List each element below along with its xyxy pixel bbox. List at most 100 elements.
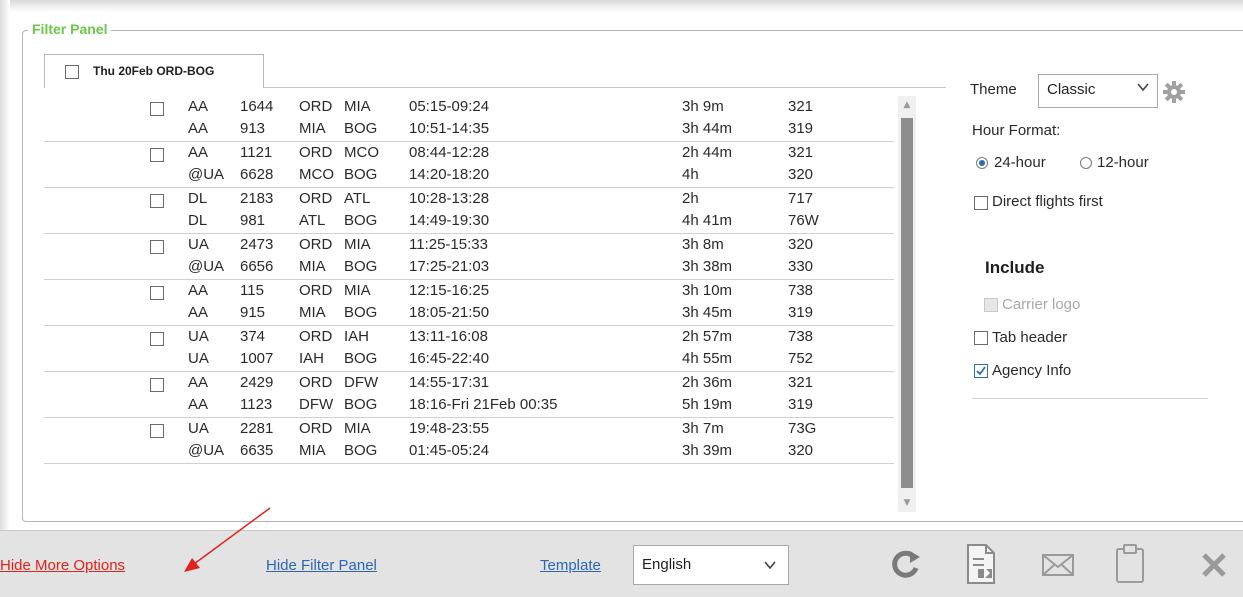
segment-duration: 3h 9m	[682, 98, 724, 115]
segment-airline: UA	[188, 350, 209, 367]
segment-from: MIA	[299, 442, 326, 459]
scroll-up-arrow-icon[interactable]: ▲	[898, 96, 916, 114]
direct-flights-label[interactable]: Direct flights first	[992, 193, 1103, 210]
flight-row[interactable]: UA 374 ORD IAH 13:11-16:08 2h 57m 738 UA 1007 IAH…	[44, 326, 894, 372]
clipboard-icon[interactable]	[1112, 543, 1148, 585]
segment-airline: AA	[188, 396, 209, 413]
flight-row[interactable]: UA 2473 ORD MIA 11:25-15:33 3h 8m 320 @UA 6656 MI…	[44, 234, 894, 280]
segment-to: MIA	[344, 282, 371, 299]
segment-airline: @UA	[188, 166, 225, 183]
tab-date-route[interactable]: Thu 20Feb ORD-BOG	[44, 54, 264, 88]
segment-to: MIA	[344, 98, 371, 115]
checkmark-icon	[976, 366, 986, 376]
theme-select[interactable]: Classic	[1038, 74, 1158, 108]
flight-segment: DL 2183 ORD ATL 10:28-13:28 2h 717	[44, 188, 894, 210]
segment-duration: 4h 55m	[682, 350, 733, 367]
hide-filter-panel-link[interactable]: Hide Filter Panel	[266, 557, 377, 574]
segment-airline: AA	[188, 120, 209, 137]
segment-time: 16:45-22:40	[409, 350, 490, 367]
segment-time: 14:20-18:20	[409, 166, 490, 183]
segment-equipment: 320	[788, 166, 814, 183]
left-shadow	[0, 0, 10, 530]
flight-segment: AA 1121 ORD MCO 08:44-12:28 2h 44m 321	[44, 142, 894, 164]
scroll-down-arrow-icon[interactable]: ▼	[898, 494, 916, 512]
tab-header-checkbox[interactable]	[974, 331, 988, 345]
gear-icon[interactable]	[1162, 80, 1186, 104]
direct-flights-checkbox[interactable]	[974, 196, 988, 210]
carrier-logo-label: Carrier logo	[1002, 296, 1081, 313]
flight-row[interactable]: AA 2429 ORD DFW 14:55-17:31 2h 36m 321 AA 1123 DF…	[44, 372, 894, 418]
segment-equipment: 319	[788, 120, 814, 137]
tab-label: Thu 20Feb ORD-BOG	[93, 64, 215, 78]
segment-airline: AA	[188, 374, 209, 391]
flight-row[interactable]: AA 1644 ORD MIA 05:15-09:24 3h 9m 321 AA 913 MIA B…	[44, 96, 894, 142]
segment-to: BOG	[344, 442, 378, 459]
segment-number: 913	[240, 120, 266, 137]
hour-24-radio[interactable]	[976, 157, 988, 169]
hide-more-options-link[interactable]: Hide More Options	[0, 557, 125, 574]
segment-from: ORD	[299, 328, 333, 345]
theme-label: Theme	[970, 81, 1017, 98]
segment-time: 10:51-14:35	[409, 120, 490, 137]
segment-number: 1121	[240, 144, 273, 161]
segment-time: 14:49-19:30	[409, 212, 490, 229]
include-title: Include	[985, 258, 1045, 277]
segment-number: 6628	[240, 166, 274, 183]
mail-icon[interactable]	[1040, 547, 1076, 583]
flight-segment: @UA 6628 MCO BOG 14:20-18:20 4h 320	[44, 164, 894, 186]
template-link[interactable]: Template	[540, 557, 601, 574]
flight-segment: AA 915 MIA BOG 18:05-21:50 3h 45m 319	[44, 302, 894, 324]
segment-equipment: 76W	[788, 212, 819, 229]
flight-row[interactable]: UA 2281 ORD MIA 19:48-23:55 3h 7m 73G @UA 6635 MI…	[44, 418, 894, 464]
segment-time: 18:05-21:50	[409, 304, 490, 321]
segment-number: 1644	[240, 98, 274, 115]
segment-from: DFW	[299, 396, 334, 413]
flight-segment: AA 913 MIA BOG 10:51-14:35 3h 44m 319	[44, 118, 894, 140]
segment-equipment: 321	[788, 374, 814, 391]
tab-checkbox[interactable]	[65, 65, 79, 79]
hour-12-label[interactable]: 12-hour	[1097, 154, 1149, 171]
segment-duration: 3h 45m	[682, 304, 733, 321]
top-shadow	[0, 0, 1243, 12]
segment-airline: @UA	[188, 442, 225, 459]
segment-to: DFW	[344, 374, 379, 391]
hour-24-label[interactable]: 24-hour	[994, 154, 1046, 171]
segment-number: 374	[240, 328, 266, 345]
segment-to: BOG	[344, 304, 378, 321]
flight-row[interactable]: DL 2183 ORD ATL 10:28-13:28 2h 717 DL 981 ATL BOG 1…	[44, 188, 894, 234]
tab-header-label[interactable]: Tab header	[992, 329, 1067, 346]
flight-list-scrollbar[interactable]: ▲ ▼	[898, 96, 916, 512]
segment-number: 115	[240, 282, 264, 299]
segment-time: 05:15-09:24	[409, 98, 490, 115]
segment-from: ORD	[299, 144, 333, 161]
language-select[interactable]: English	[633, 545, 789, 585]
flight-segment: UA 374 ORD IAH 13:11-16:08 2h 57m 738	[44, 326, 894, 348]
hour-12-radio[interactable]	[1080, 157, 1092, 169]
flight-segment: UA 2281 ORD MIA 19:48-23:55 3h 7m 73G	[44, 418, 894, 440]
segment-number: 915	[240, 304, 266, 321]
segment-number: 1007	[240, 350, 274, 367]
refresh-icon[interactable]	[888, 547, 924, 583]
flight-segment: UA 1007 IAH BOG 16:45-22:40 4h 55m 752	[44, 348, 894, 370]
segment-duration: 3h 10m	[682, 282, 733, 299]
segment-airline: DL	[188, 190, 208, 207]
segment-duration: 3h 39m	[682, 442, 733, 459]
segment-duration: 2h 57m	[682, 328, 733, 345]
flight-row[interactable]: AA 1121 ORD MCO 08:44-12:28 2h 44m 321 @UA 6628 M…	[44, 142, 894, 188]
segment-from: ORD	[299, 420, 333, 437]
flight-row[interactable]: AA 115 ORD MIA 12:15-16:25 3h 10m 738 AA 915 MIA B…	[44, 280, 894, 326]
segment-number: 2429	[240, 374, 274, 391]
export-document-icon[interactable]	[962, 543, 998, 585]
agency-info-label[interactable]: Agency Info	[992, 362, 1071, 379]
segment-time: 13:11-16:08	[409, 328, 488, 345]
agency-info-checkbox[interactable]	[974, 364, 988, 378]
segment-equipment: 319	[788, 396, 814, 413]
segment-equipment: 738	[788, 282, 814, 299]
flight-segment: AA 2429 ORD DFW 14:55-17:31 2h 36m 321	[44, 372, 894, 394]
segment-to: BOG	[344, 396, 378, 413]
segment-duration: 3h 44m	[682, 120, 733, 137]
close-icon[interactable]	[1196, 547, 1232, 583]
segment-time: 01:45-05:24	[409, 442, 490, 459]
scroll-thumb[interactable]	[901, 118, 913, 488]
row-divider	[44, 463, 894, 464]
